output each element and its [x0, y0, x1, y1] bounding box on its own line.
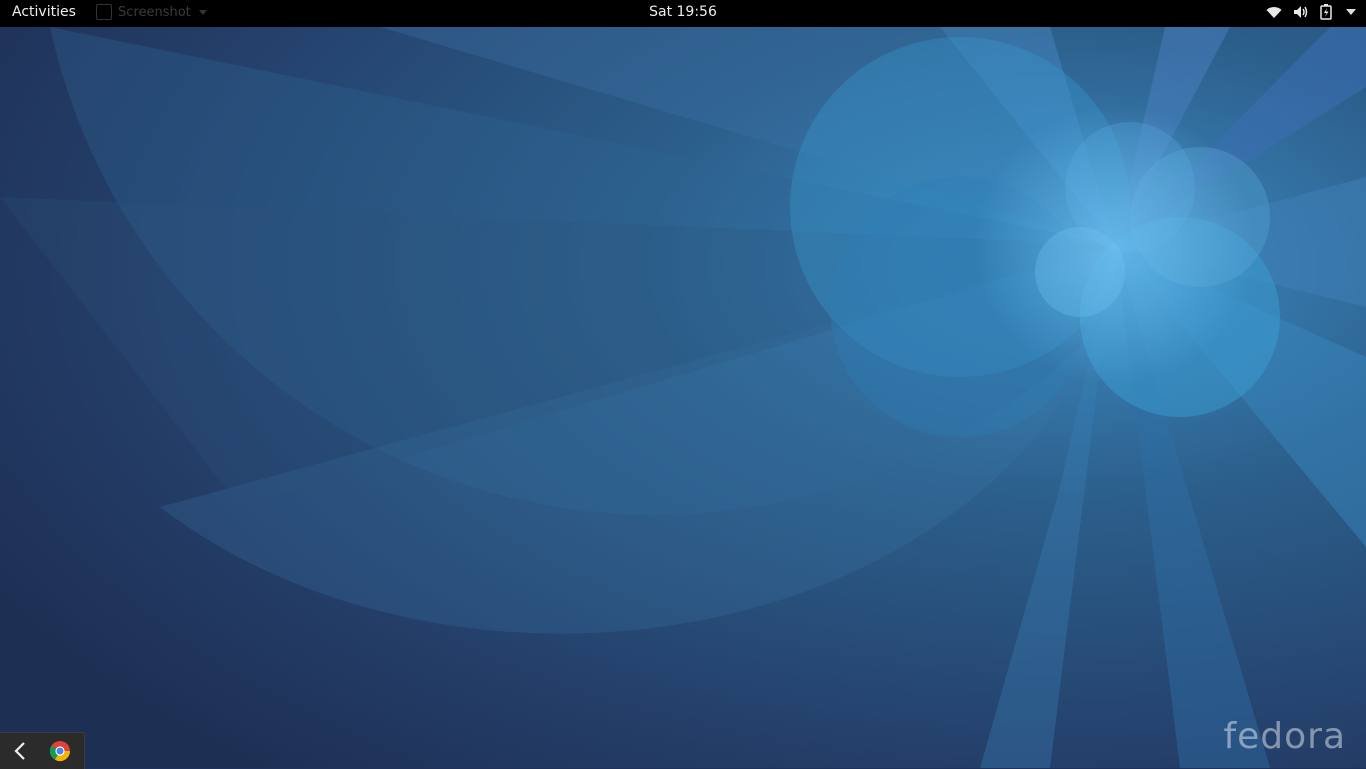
clock[interactable]: Sat 19:56 [649, 4, 717, 20]
wallpaper-graphic [0, 27, 1366, 768]
chevron-down-icon [198, 9, 207, 15]
top-bar: Activities Screenshot Sat 19:56 [0, 0, 1366, 27]
fedora-logo: fedora [1223, 716, 1346, 757]
desktop-wallpaper [0, 27, 1366, 768]
app-menu-label: Screenshot [118, 4, 191, 20]
system-status-area[interactable] [1266, 4, 1356, 20]
volume-icon [1293, 5, 1309, 19]
screenshot-app-icon [96, 4, 112, 20]
system-menu-caret-icon [1346, 9, 1356, 15]
back-arrow-icon[interactable] [0, 733, 40, 769]
battery-icon [1320, 4, 1332, 20]
wifi-icon [1266, 5, 1282, 19]
app-menu[interactable]: Screenshot [96, 4, 207, 20]
activities-button[interactable]: Activities [12, 4, 76, 20]
chrome-icon[interactable] [40, 733, 80, 769]
bottom-dock [0, 732, 85, 769]
